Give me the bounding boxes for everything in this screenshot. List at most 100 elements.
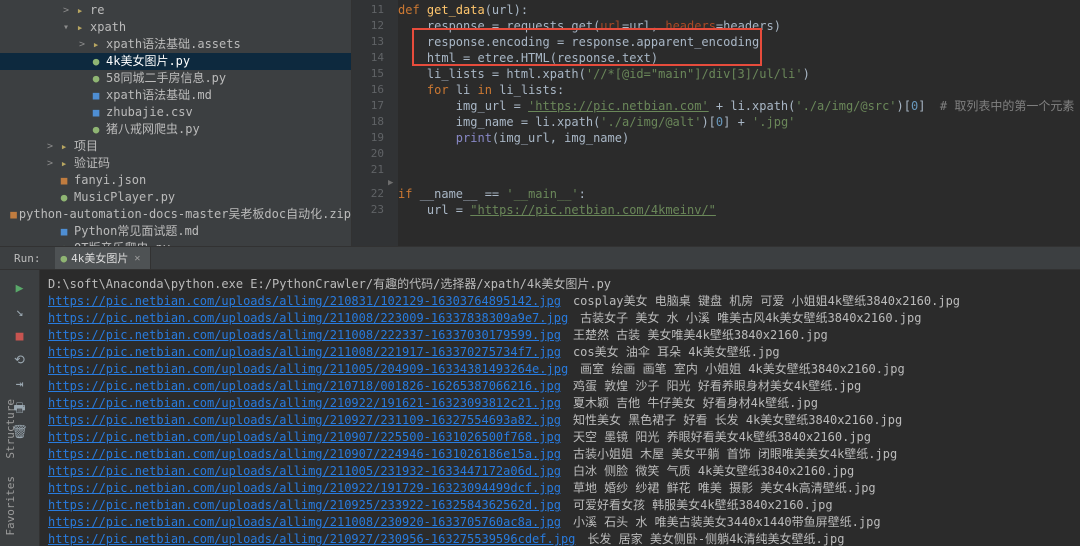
chevron-icon[interactable]: ▾ <box>60 19 72 36</box>
console-link[interactable]: https://pic.netbian.com/uploads/allimg/2… <box>48 481 561 495</box>
file-icon: ● <box>88 53 104 70</box>
console-output-line: https://pic.netbian.com/uploads/allimg/2… <box>48 327 1072 344</box>
chevron-icon[interactable]: > <box>60 2 72 19</box>
console-link[interactable]: https://pic.netbian.com/uploads/allimg/2… <box>48 379 561 393</box>
file-icon: ■ <box>56 223 72 240</box>
code-line[interactable] <box>398 162 1080 178</box>
tree-item[interactable]: ●4k美女图片.py <box>0 53 351 70</box>
run-toolwindow-header[interactable]: Run: ● 4k美女图片 ✕ <box>0 246 1080 270</box>
code-line[interactable]: if __name__ == '__main__': <box>398 186 1080 202</box>
tree-item-label: 验证码 <box>74 155 110 172</box>
console-link[interactable]: https://pic.netbian.com/uploads/allimg/2… <box>48 328 561 342</box>
tree-item-label: 猪八戒网爬虫.py <box>106 121 200 138</box>
tree-item-label: zhubajie.csv <box>106 104 193 121</box>
structure-toolwindow-tab[interactable]: Structure <box>2 393 19 465</box>
code-line[interactable]: li_lists = html.xpath('//*[@id="main"]/d… <box>398 66 1080 82</box>
code-line[interactable]: html = etree.HTML(response.text) <box>398 50 1080 66</box>
rerun-button[interactable]: ▶ <box>8 278 32 300</box>
code-line[interactable]: for li in li_lists: <box>398 82 1080 98</box>
code-line[interactable]: def get_data(url): <box>398 2 1080 18</box>
chevron-icon[interactable]: > <box>76 36 88 53</box>
tree-item-label: python-automation-docs-master吴老板doc自动化.z… <box>19 206 351 223</box>
line-number: 23 <box>352 202 384 218</box>
console-text: 长发 居家 美女侧卧-侧躺4k清纯美女壁纸.jpg <box>587 532 844 546</box>
console-text: 天空 墨镜 阳光 养眼好看美女4k壁纸3840x2160.jpg <box>573 430 871 444</box>
console-output-line: https://pic.netbian.com/uploads/allimg/2… <box>48 293 1072 310</box>
run-console[interactable]: D:\soft\Anaconda\python.exe E:/PythonCra… <box>40 270 1080 546</box>
close-icon[interactable]: ✕ <box>134 253 140 264</box>
code-line[interactable]: response = requests.get(url=url, headers… <box>398 18 1080 34</box>
file-icon: ● <box>56 189 72 206</box>
console-link[interactable]: https://pic.netbian.com/uploads/allimg/2… <box>48 515 561 529</box>
code-line[interactable]: img_url = 'https://pic.netbian.com' + li… <box>398 98 1080 114</box>
console-link[interactable]: https://pic.netbian.com/uploads/allimg/2… <box>48 362 568 376</box>
console-text: 王楚然 古装 美女唯美4k壁纸3840x2160.jpg <box>573 328 828 342</box>
run-down-button[interactable]: ↘ <box>8 302 32 324</box>
code-line[interactable]: img_name = li.xpath('./a/img/@alt')[0] +… <box>398 114 1080 130</box>
code-line[interactable]: url = "https://pic.netbian.com/4kmeinv/" <box>398 202 1080 218</box>
console-link[interactable]: https://pic.netbian.com/uploads/allimg/2… <box>48 430 561 444</box>
console-command: D:\soft\Anaconda\python.exe E:/PythonCra… <box>48 276 1072 293</box>
file-icon: ● <box>88 121 104 138</box>
console-link[interactable]: https://pic.netbian.com/uploads/allimg/2… <box>48 311 568 325</box>
folder-icon: ▸ <box>88 36 104 53</box>
tree-item-label: 项目 <box>74 138 98 155</box>
console-output-line: https://pic.netbian.com/uploads/allimg/2… <box>48 463 1072 480</box>
console-output-line: https://pic.netbian.com/uploads/allimg/2… <box>48 531 1072 546</box>
console-link[interactable]: https://pic.netbian.com/uploads/allimg/2… <box>48 464 561 478</box>
chevron-icon[interactable]: > <box>44 138 56 155</box>
console-link[interactable]: https://pic.netbian.com/uploads/allimg/2… <box>48 498 561 512</box>
line-number: 18 <box>352 114 384 130</box>
console-link[interactable]: https://pic.netbian.com/uploads/allimg/2… <box>48 345 561 359</box>
console-link[interactable]: https://pic.netbian.com/uploads/allimg/2… <box>48 413 561 427</box>
run-tab-label: 4k美女图片 <box>71 250 128 266</box>
fold-toggle-icon[interactable]: ▶ <box>388 178 393 188</box>
line-number: 14 <box>352 50 384 66</box>
tree-item[interactable]: >▸验证码 <box>0 155 351 172</box>
chevron-icon[interactable]: > <box>44 155 56 172</box>
editor-code-area[interactable]: def get_data(url): response = requests.g… <box>398 0 1080 218</box>
tree-item[interactable]: ■fanyi.json <box>0 172 351 189</box>
console-link[interactable]: https://pic.netbian.com/uploads/allimg/2… <box>48 294 561 308</box>
tree-item[interactable]: >▸re <box>0 2 351 19</box>
console-link[interactable]: https://pic.netbian.com/uploads/allimg/2… <box>48 447 561 461</box>
console-output-line: https://pic.netbian.com/uploads/allimg/2… <box>48 429 1072 446</box>
code-line[interactable] <box>398 146 1080 162</box>
console-text: 知性美女 黑色裙子 好看 长发 4k美女壁纸3840x2160.jpg <box>573 413 902 427</box>
restart-button[interactable]: ⟲ <box>8 350 32 372</box>
favorites-toolwindow-tab[interactable]: Favorites <box>2 470 19 542</box>
console-link[interactable]: https://pic.netbian.com/uploads/allimg/2… <box>48 532 575 546</box>
file-icon: ■ <box>56 172 72 189</box>
tree-item[interactable]: ●58同城二手房信息.py <box>0 70 351 87</box>
tree-item-label: xpath <box>90 19 126 36</box>
tree-item[interactable]: ■xpath语法基础.md <box>0 87 351 104</box>
code-line[interactable]: response.encoding = response.apparent_en… <box>398 34 1080 50</box>
tree-item[interactable]: ●MusicPlayer.py <box>0 189 351 206</box>
tree-item[interactable]: ■python-automation-docs-master吴老板doc自动化.… <box>0 206 351 223</box>
tree-item[interactable]: >▸xpath语法基础.assets <box>0 36 351 53</box>
tree-item-label: re <box>90 2 104 19</box>
tree-item[interactable]: ■Python常见面试题.md <box>0 223 351 240</box>
console-link[interactable]: https://pic.netbian.com/uploads/allimg/2… <box>48 396 561 410</box>
stop-button[interactable]: ■ <box>8 326 32 348</box>
tree-item[interactable]: >▸项目 <box>0 138 351 155</box>
project-tree[interactable]: >▸re▾▸xpath>▸xpath语法基础.assets●4k美女图片.py●… <box>0 0 352 246</box>
console-text: 古装女子 美女 水 小溪 唯美古风4k美女壁纸3840x2160.jpg <box>580 311 921 325</box>
code-line[interactable]: print(img_url, img_name) <box>398 130 1080 146</box>
line-number: 22 <box>352 186 384 202</box>
console-output-line: https://pic.netbian.com/uploads/allimg/2… <box>48 412 1072 429</box>
line-number: 15 <box>352 66 384 82</box>
run-tab-active[interactable]: ● 4k美女图片 ✕ <box>55 247 152 269</box>
console-text: 画室 绘画 画笔 室内 小姐姐 4k美女壁纸3840x2160.jpg <box>580 362 905 376</box>
console-output-line: https://pic.netbian.com/uploads/allimg/2… <box>48 378 1072 395</box>
code-editor[interactable]: 11121314151617181920212223 def get_data(… <box>352 0 1080 246</box>
tree-item[interactable]: ▾▸xpath <box>0 19 351 36</box>
tree-item-label: 58同城二手房信息.py <box>106 70 226 87</box>
line-number: 16 <box>352 82 384 98</box>
toolwindow-left-tabs[interactable]: Structure Favorites <box>2 387 19 542</box>
console-text: cos美女 油伞 耳朵 4k美女壁纸.jpg <box>573 345 780 359</box>
line-number: 20 <box>352 146 384 162</box>
tree-item[interactable]: ■zhubajie.csv <box>0 104 351 121</box>
tree-item[interactable]: ●猪八戒网爬虫.py <box>0 121 351 138</box>
console-output-line: https://pic.netbian.com/uploads/allimg/2… <box>48 497 1072 514</box>
